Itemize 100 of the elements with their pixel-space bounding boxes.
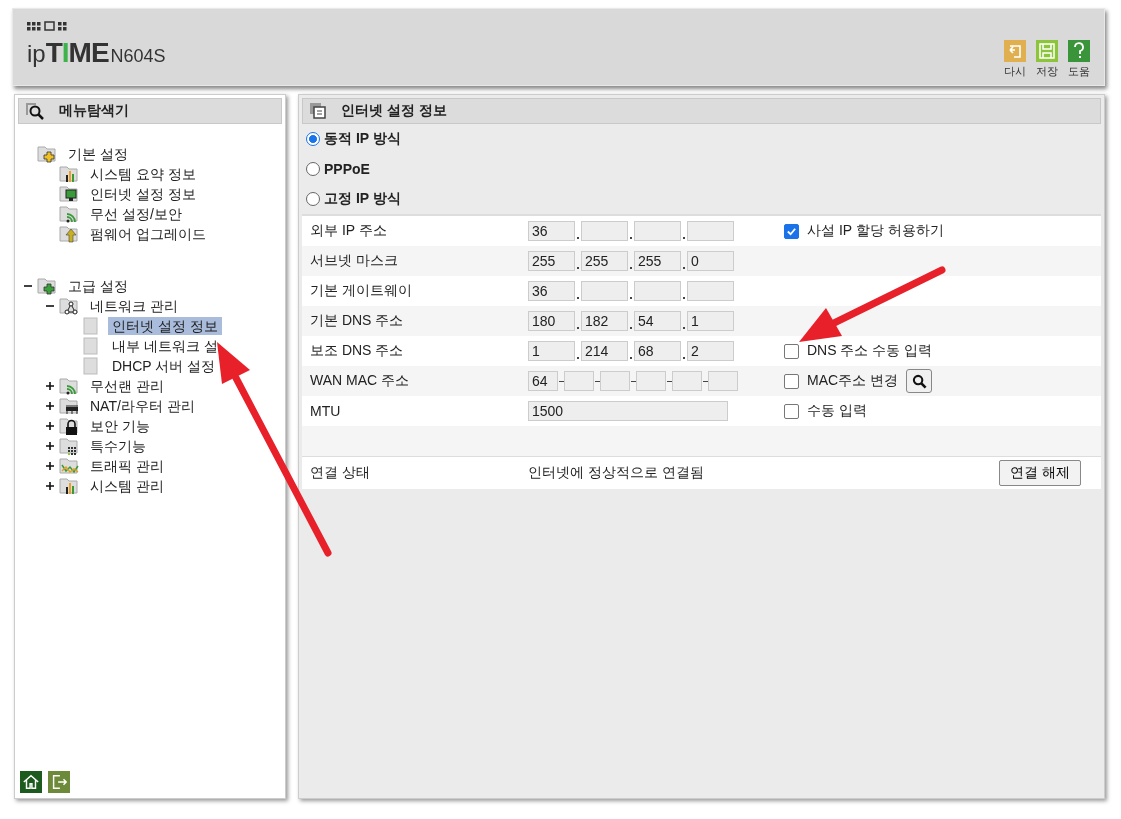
input-field[interactable]: 1500 [528, 401, 728, 421]
menu-item[interactable]: 시스템 요약 정보 [86, 165, 200, 183]
menu-item[interactable]: 기본 설정 [64, 145, 132, 163]
radio-button[interactable] [306, 192, 320, 206]
input-field[interactable]: 36 [528, 221, 575, 241]
checkbox[interactable] [784, 373, 799, 389]
menu-item[interactable]: 무선랜 관리 [86, 377, 168, 395]
radio-button[interactable] [306, 132, 320, 146]
checkbox[interactable] [784, 223, 799, 239]
expand-icon[interactable] [46, 462, 54, 470]
input-field[interactable]: 1 [687, 311, 734, 331]
menu-item[interactable]: NAT/라우터 관리 [86, 397, 199, 415]
traffic-folder-icon [59, 457, 79, 475]
dot-separator [683, 357, 685, 359]
brand-logo: ipTIMEN604S [27, 39, 166, 67]
menu-item[interactable]: 무선 설정/보안 [86, 205, 186, 223]
input-field[interactable] [581, 281, 628, 301]
input-field[interactable]: 68 [634, 341, 681, 361]
menu-item[interactable]: 시스템 관리 [86, 477, 168, 495]
menu-item[interactable]: 내부 네트워크 설 [108, 337, 222, 355]
checkbox[interactable] [784, 343, 799, 359]
dot-separator [683, 267, 685, 269]
input-field[interactable] [708, 371, 738, 391]
input-field[interactable]: 54 [634, 311, 681, 331]
checkbox-label: 수동 입력 [807, 402, 867, 420]
input-field[interactable] [687, 221, 734, 241]
dot-separator [630, 327, 632, 329]
input-field[interactable]: 0 [687, 251, 734, 271]
home-icon[interactable] [20, 771, 42, 793]
checkmark-icon [786, 225, 797, 237]
dash-separator [558, 380, 564, 382]
search-icon [911, 373, 927, 389]
menu-item[interactable]: 특수기능 [86, 437, 150, 455]
disconnect-button[interactable]: 연결 해제 [999, 460, 1081, 486]
dot-separator [577, 267, 579, 269]
field-label: 연결 상태 [310, 464, 371, 482]
input-field[interactable]: 182 [581, 311, 628, 331]
expand-icon[interactable] [46, 382, 54, 390]
input-field[interactable] [687, 281, 734, 301]
panel-title: 메뉴탐색기 [59, 102, 129, 120]
dash-separator [702, 380, 708, 382]
dot-separator [630, 357, 632, 359]
chart-folder-icon [59, 477, 79, 495]
field-label: MTU [310, 403, 342, 419]
dot-separator [630, 297, 632, 299]
dot-separator [577, 357, 579, 359]
expand-icon[interactable] [46, 422, 54, 430]
collapse-icon[interactable] [24, 282, 32, 290]
network-folder-icon [59, 297, 79, 315]
input-field[interactable]: 2 [687, 341, 734, 361]
menu-item[interactable]: 보안 기능 [86, 417, 154, 435]
field-label: 서브넷 마스크 [310, 252, 399, 270]
input-field[interactable]: 36 [528, 281, 575, 301]
checkbox[interactable] [784, 403, 799, 419]
input-field[interactable]: 255 [581, 251, 628, 271]
radio-label: 고정 IP 방식 [324, 190, 401, 208]
expand-icon[interactable] [46, 402, 54, 410]
menu-item[interactable]: 인터넷 설정 정보 [86, 185, 200, 203]
input-field[interactable] [600, 371, 630, 391]
panel-title: 인터넷 설정 정보 [341, 102, 447, 120]
input-field[interactable]: 214 [581, 341, 628, 361]
page-icon [81, 337, 101, 355]
dots-folder-icon [59, 437, 79, 455]
menu-item[interactable]: 트래픽 관리 [86, 457, 168, 475]
status-text: 인터넷에 정상적으로 연결됨 [528, 464, 705, 482]
collapse-icon[interactable] [46, 302, 54, 310]
radio-button[interactable] [306, 162, 320, 176]
floppy-icon [1037, 41, 1057, 61]
input-field[interactable]: 180 [528, 311, 575, 331]
radio-label: 동적 IP 방식 [324, 130, 401, 148]
field-label: 기본 게이트웨이 [310, 282, 413, 300]
menu-item[interactable]: 네트워크 관리 [86, 297, 182, 315]
menu-item[interactable]: DHCP 서버 설정 [108, 357, 220, 375]
folder-plus-icon [37, 277, 57, 295]
input-field[interactable]: 255 [528, 251, 575, 271]
logout-icon[interactable] [48, 771, 70, 793]
monitor-folder-icon [59, 185, 79, 203]
dot-separator [683, 327, 685, 329]
input-field[interactable] [564, 371, 594, 391]
dot-separator [577, 327, 579, 329]
input-field[interactable]: 1 [528, 341, 575, 361]
chart-folder-icon [59, 165, 79, 183]
input-field[interactable] [634, 221, 681, 241]
input-field[interactable] [634, 281, 681, 301]
input-field[interactable]: 255 [634, 251, 681, 271]
dot-separator [577, 237, 579, 239]
field-label: 외부 IP 주소 [310, 222, 388, 240]
input-field[interactable] [636, 371, 666, 391]
upgrade-folder-icon [59, 225, 79, 243]
dash-separator [630, 380, 636, 382]
expand-icon[interactable] [46, 482, 54, 490]
menu-item[interactable]: 고급 설정 [64, 277, 132, 295]
menu-item[interactable]: 인터넷 설정 정보 [108, 317, 222, 335]
input-field[interactable]: 64 [528, 371, 558, 391]
lock-folder-icon [59, 417, 79, 435]
menu-item[interactable]: 펌웨어 업그레이드 [86, 225, 210, 243]
expand-icon[interactable] [46, 442, 54, 450]
input-field[interactable] [672, 371, 702, 391]
input-field[interactable] [581, 221, 628, 241]
search-button[interactable] [906, 369, 932, 393]
